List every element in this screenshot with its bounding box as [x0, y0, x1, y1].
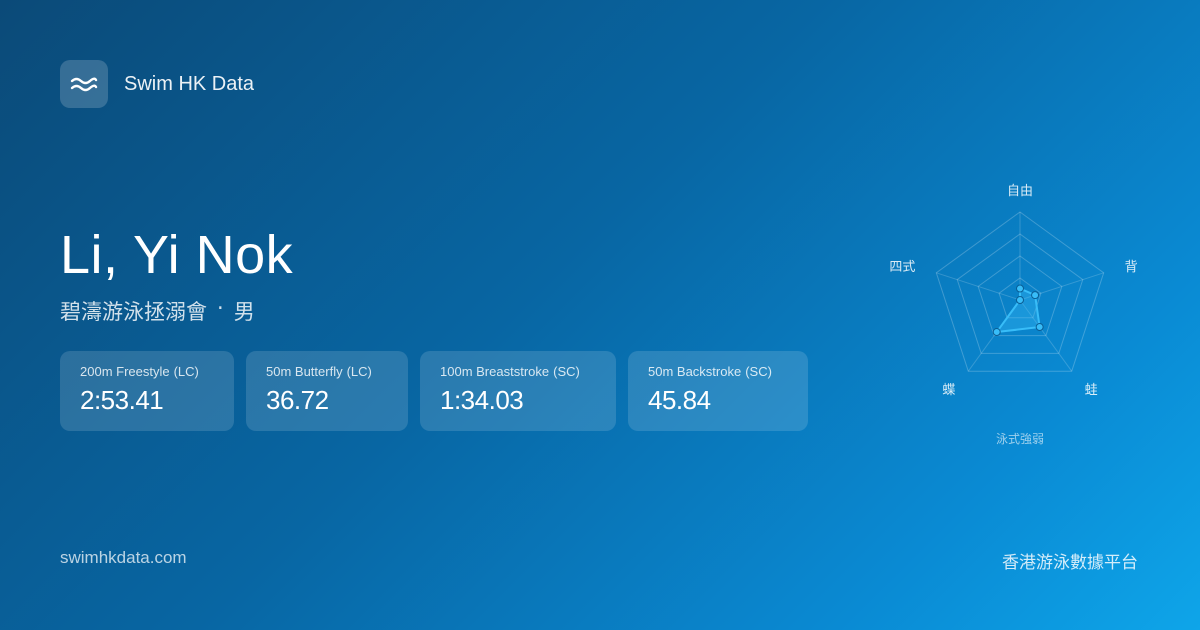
- event-name: 200m Freestyle: [80, 364, 170, 379]
- event-time: 45.84: [648, 385, 711, 415]
- event-label: 200m Freestyle (LC): [80, 364, 214, 379]
- footer-site: swimhkdata.com: [60, 548, 187, 567]
- radar-axis-label: 背: [1125, 260, 1138, 275]
- stroke-radar-chart: 自由背蛙 蝶 四式泳式強弱: [880, 180, 1160, 470]
- radar-data-point: [1016, 296, 1024, 304]
- event-course: (SC): [745, 364, 772, 379]
- brand-name: Swim HK Data: [124, 72, 255, 95]
- best-time-card: 200m Freestyle (LC) 2:53.41: [60, 351, 234, 431]
- best-time-card: 100m Breaststroke (SC) 1:34.03: [420, 351, 616, 431]
- radar-data-point: [1031, 291, 1040, 300]
- radar-axis-label: 蝶: [942, 383, 955, 398]
- club-name: 碧濤游泳拯溺會: [60, 300, 207, 324]
- radar-data-point: [1016, 284, 1024, 293]
- event-name: 50m Butterfly: [266, 364, 343, 379]
- swimmer-subtitle: 碧濤游泳拯溺會 · 男: [60, 296, 255, 326]
- best-times: 200m Freestyle (LC) 2:53.41 50m Butterfl…: [60, 351, 808, 431]
- event-label: 100m Breaststroke (SC): [440, 364, 596, 379]
- radar-axis-label: 自由: [1007, 184, 1033, 199]
- event-time: 36.72: [266, 385, 329, 415]
- radar-spoke: [936, 272, 1021, 301]
- brand: Swim HK Data: [60, 60, 254, 108]
- event-label: 50m Backstroke (SC): [648, 364, 788, 379]
- event-name: 100m Breaststroke: [440, 364, 550, 379]
- radar-title: 泳式強弱: [996, 432, 1044, 446]
- event-label: 50m Butterfly (LC): [266, 364, 388, 379]
- subtitle-separator: ·: [217, 296, 224, 320]
- event-course: (LC): [173, 364, 199, 379]
- radar-axis-label: 四式: [889, 260, 915, 275]
- footer-tagline: 香港游泳數據平台: [1002, 553, 1138, 573]
- event-name: 50m Backstroke: [648, 364, 742, 379]
- radar-svg: 自由背蛙 蝶 四式泳式強弱: [889, 184, 1138, 446]
- event-time: 1:34.03: [440, 385, 524, 415]
- waves-icon: [60, 60, 108, 108]
- swimmer-name: Li, Yi Nok: [60, 225, 294, 285]
- gender-label: 男: [233, 300, 255, 324]
- event-time: 2:53.41: [80, 385, 164, 415]
- event-course: (SC): [553, 364, 580, 379]
- event-course: (LC): [346, 364, 372, 379]
- best-time-card: 50m Backstroke (SC) 45.84: [628, 351, 808, 431]
- best-time-card: 50m Butterfly (LC) 36.72: [246, 351, 408, 431]
- radar-axis-label: 蛙: [1085, 383, 1098, 398]
- radar-data-point: [1035, 323, 1044, 332]
- radar-data-point: [992, 328, 1001, 337]
